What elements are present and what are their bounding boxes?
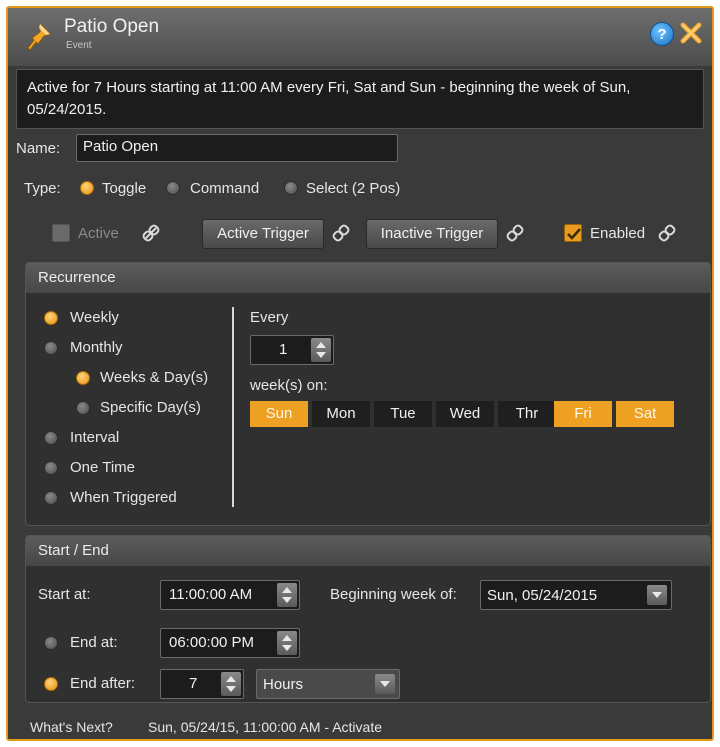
- one-time-radio[interactable]: [44, 461, 58, 475]
- day-selector: Sun Mon Tue Wed Thr Fri Sat: [250, 401, 674, 427]
- day-tue[interactable]: Tue: [374, 401, 432, 427]
- link-icon[interactable]: [142, 224, 160, 242]
- weekly-label: Weekly: [70, 309, 119, 326]
- type-select-label: Select (2 Pos): [306, 180, 401, 197]
- enabled-checkbox[interactable]: [564, 224, 582, 242]
- day-sun[interactable]: Sun: [250, 401, 308, 427]
- stepper-arrows-icon[interactable]: [311, 338, 331, 362]
- start-time-value: 11:00:00 AM: [169, 586, 253, 603]
- specific-days-radio[interactable]: [76, 401, 90, 415]
- end-after-stepper[interactable]: 7: [160, 669, 244, 699]
- stepper-arrows-icon[interactable]: [221, 672, 241, 696]
- checkmark-icon: [567, 228, 581, 240]
- name-input[interactable]: Patio Open: [76, 134, 398, 162]
- help-icon[interactable]: ?: [650, 22, 674, 46]
- interval-radio[interactable]: [44, 431, 58, 445]
- type-select-radio[interactable]: [284, 181, 298, 195]
- chevron-down-icon[interactable]: [375, 674, 395, 694]
- end-after-value: 7: [189, 675, 198, 692]
- name-label: Name:: [16, 140, 61, 157]
- day-fri[interactable]: Fri: [554, 401, 612, 427]
- type-toggle-label: Toggle: [102, 180, 147, 197]
- whats-next-value: Sun, 05/24/15, 11:00:00 AM - Activate: [148, 719, 383, 735]
- end-time-input[interactable]: 06:00:00 PM: [160, 628, 300, 658]
- weekly-radio[interactable]: [44, 311, 58, 325]
- whats-next-label: What's Next?: [30, 719, 113, 735]
- active-trigger-button[interactable]: Active Trigger: [202, 219, 324, 249]
- end-time-value: 06:00:00 PM: [169, 634, 255, 651]
- weeks-days-radio[interactable]: [76, 371, 90, 385]
- day-wed[interactable]: Wed: [436, 401, 494, 427]
- window-subtitle: Event: [66, 40, 92, 51]
- start-end-panel: Start / End Start at: 11:00:00 AM Beginn…: [25, 535, 711, 703]
- start-time-input[interactable]: 11:00:00 AM: [160, 580, 300, 610]
- recurrence-header: Recurrence: [26, 263, 710, 293]
- event-summary: Active for 7 Hours starting at 11:00 AM …: [16, 69, 704, 129]
- one-time-label: One Time: [70, 459, 136, 476]
- weeks-on-label: week(s) on:: [250, 377, 328, 394]
- monthly-radio[interactable]: [44, 341, 58, 355]
- enabled-label: Enabled: [590, 225, 646, 242]
- beginning-week-dropdown[interactable]: Sun, 05/24/2015: [480, 580, 672, 610]
- active-label: Active: [78, 225, 119, 242]
- when-triggered-label: When Triggered: [70, 489, 177, 506]
- stepper-arrows-icon[interactable]: [277, 631, 297, 655]
- active-checkbox[interactable]: [52, 224, 70, 242]
- window-title: Patio Open: [64, 16, 160, 37]
- link-icon[interactable]: [658, 224, 676, 242]
- day-thr[interactable]: Thr: [498, 401, 556, 427]
- end-after-radio[interactable]: [44, 677, 58, 691]
- beginning-week-label: Beginning week of:: [330, 586, 457, 603]
- recurrence-divider: [232, 307, 234, 507]
- recurrence-panel: Recurrence Weekly Monthly Weeks & Day(s)…: [25, 262, 711, 526]
- title-bar: Patio Open Event ?: [8, 8, 712, 66]
- every-stepper[interactable]: 1: [250, 335, 334, 365]
- start-at-label: Start at:: [38, 586, 91, 603]
- monthly-label: Monthly: [70, 339, 123, 356]
- link-icon[interactable]: [332, 224, 350, 242]
- when-triggered-radio[interactable]: [44, 491, 58, 505]
- close-icon[interactable]: [678, 20, 704, 46]
- type-toggle-radio[interactable]: [80, 181, 94, 195]
- inactive-trigger-button[interactable]: Inactive Trigger: [366, 219, 498, 249]
- day-mon[interactable]: Mon: [312, 401, 370, 427]
- every-value: 1: [279, 341, 288, 358]
- specific-days-label: Specific Day(s): [100, 399, 201, 416]
- link-icon[interactable]: [506, 224, 524, 242]
- end-after-label: End after:: [70, 675, 136, 692]
- weeks-days-label: Weeks & Day(s): [100, 369, 209, 386]
- stepper-arrows-icon[interactable]: [277, 583, 297, 607]
- end-at-radio[interactable]: [44, 636, 58, 650]
- beginning-week-value: Sun, 05/24/2015: [487, 587, 598, 604]
- every-label: Every: [250, 309, 289, 326]
- type-label: Type:: [24, 180, 61, 197]
- event-window: Patio Open Event ? Active for 7 Hours st…: [6, 6, 714, 741]
- type-command-label: Command: [190, 180, 260, 197]
- chevron-down-icon[interactable]: [647, 585, 667, 605]
- end-after-unit-dropdown[interactable]: Hours: [256, 669, 400, 699]
- pushpin-icon: [27, 22, 51, 51]
- start-end-header: Start / End: [26, 536, 710, 566]
- end-after-unit-value: Hours: [263, 676, 304, 693]
- end-at-label: End at:: [70, 634, 118, 651]
- day-sat[interactable]: Sat: [616, 401, 674, 427]
- interval-label: Interval: [70, 429, 120, 446]
- type-command-radio[interactable]: [166, 181, 180, 195]
